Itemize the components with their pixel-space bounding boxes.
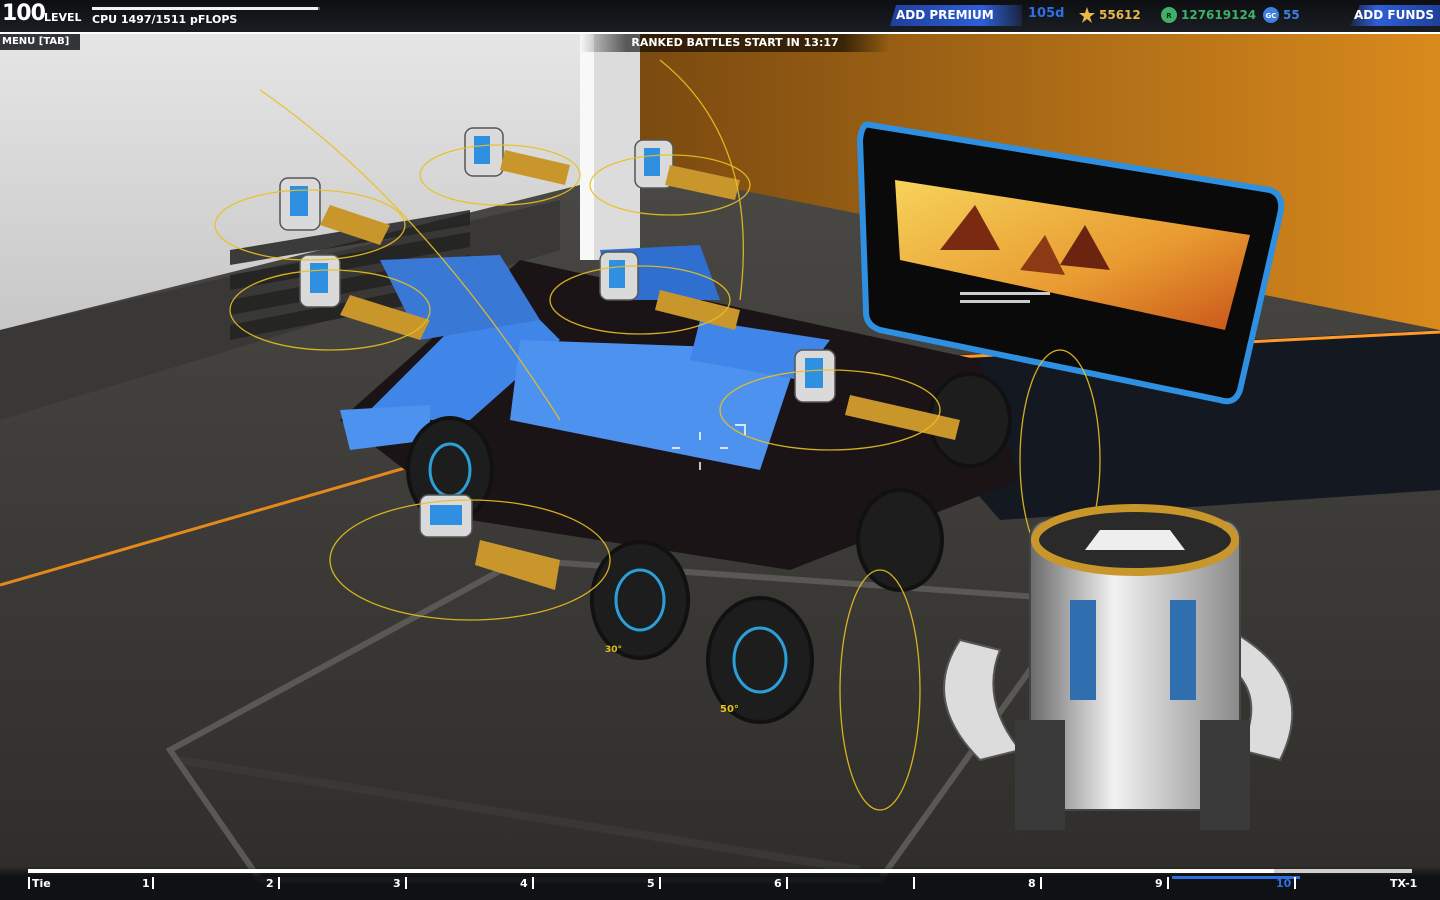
add-premium-button[interactable]: ADD PREMIUM	[890, 5, 1022, 26]
tier-tick	[1040, 877, 1042, 889]
tier-label-4[interactable]: 4	[520, 877, 528, 890]
cpu-usage-text: CPU 1497/1511 pFLOPS	[92, 13, 238, 26]
robits-icon: R	[1160, 6, 1178, 24]
tier-tick	[152, 877, 154, 889]
ranked-battles-countdown: RANKED BATTLES START IN 13:17	[580, 34, 890, 52]
tier-label-3[interactable]: 3	[393, 877, 401, 890]
svg-text:GC: GC	[1266, 12, 1277, 20]
tier-tick	[786, 877, 788, 889]
tier-label-6[interactable]: 6	[774, 877, 782, 890]
menu-tab-button[interactable]: MENU [TAB]	[0, 34, 80, 50]
svg-text:R: R	[1166, 12, 1172, 20]
player-level-label: LEVEL	[44, 11, 82, 24]
tier-tick	[405, 877, 407, 889]
tier-tick	[1294, 877, 1296, 889]
premium-days-remaining: 105d	[1028, 6, 1065, 21]
top-hud-bar: 100 LEVEL CPU 1497/1511 pFLOPS ADD PREMI…	[0, 0, 1440, 34]
robits-value: 127619124	[1181, 8, 1257, 22]
galaxy-coins-value: 55	[1283, 8, 1300, 22]
galaxy-coins-icon: GC	[1262, 6, 1280, 24]
cpu-usage-fill	[92, 7, 318, 10]
tier-tick	[1167, 877, 1169, 889]
tier-tick	[28, 877, 30, 889]
tech-points-value: 55612	[1099, 8, 1141, 22]
tech-points-icon	[1078, 6, 1096, 24]
tier-label-9[interactable]: 9	[1155, 877, 1163, 890]
tier-label-1[interactable]: 1	[142, 877, 150, 890]
tier-tick	[278, 877, 280, 889]
tier-label-10[interactable]: 10	[1276, 877, 1291, 890]
player-level-number: 100	[2, 1, 46, 26]
add-funds-button[interactable]: ADD FUNDS	[1350, 5, 1440, 26]
tier-label-start[interactable]: Tie	[32, 877, 51, 890]
galaxy-coins-display: GC 55	[1262, 6, 1300, 24]
tier-tick	[532, 877, 534, 889]
tier-label-2[interactable]: 2	[266, 877, 274, 890]
svg-text:30°: 30°	[605, 645, 622, 655]
tier-label-5[interactable]: 5	[647, 877, 655, 890]
garage-scene[interactable]: 50° 30°	[0, 0, 1440, 900]
tier-tick	[913, 877, 915, 889]
svg-text:50°: 50°	[720, 704, 739, 715]
tier-label-8[interactable]: 8	[1028, 877, 1036, 890]
tier-tick	[659, 877, 661, 889]
cpu-usage-bar	[92, 7, 320, 10]
tech-points-display: 55612	[1078, 6, 1141, 24]
robits-display: R 127619124	[1160, 6, 1256, 24]
tier-progress-fill	[28, 869, 1274, 873]
tier-label-tx1[interactable]: TX-1	[1390, 877, 1417, 890]
